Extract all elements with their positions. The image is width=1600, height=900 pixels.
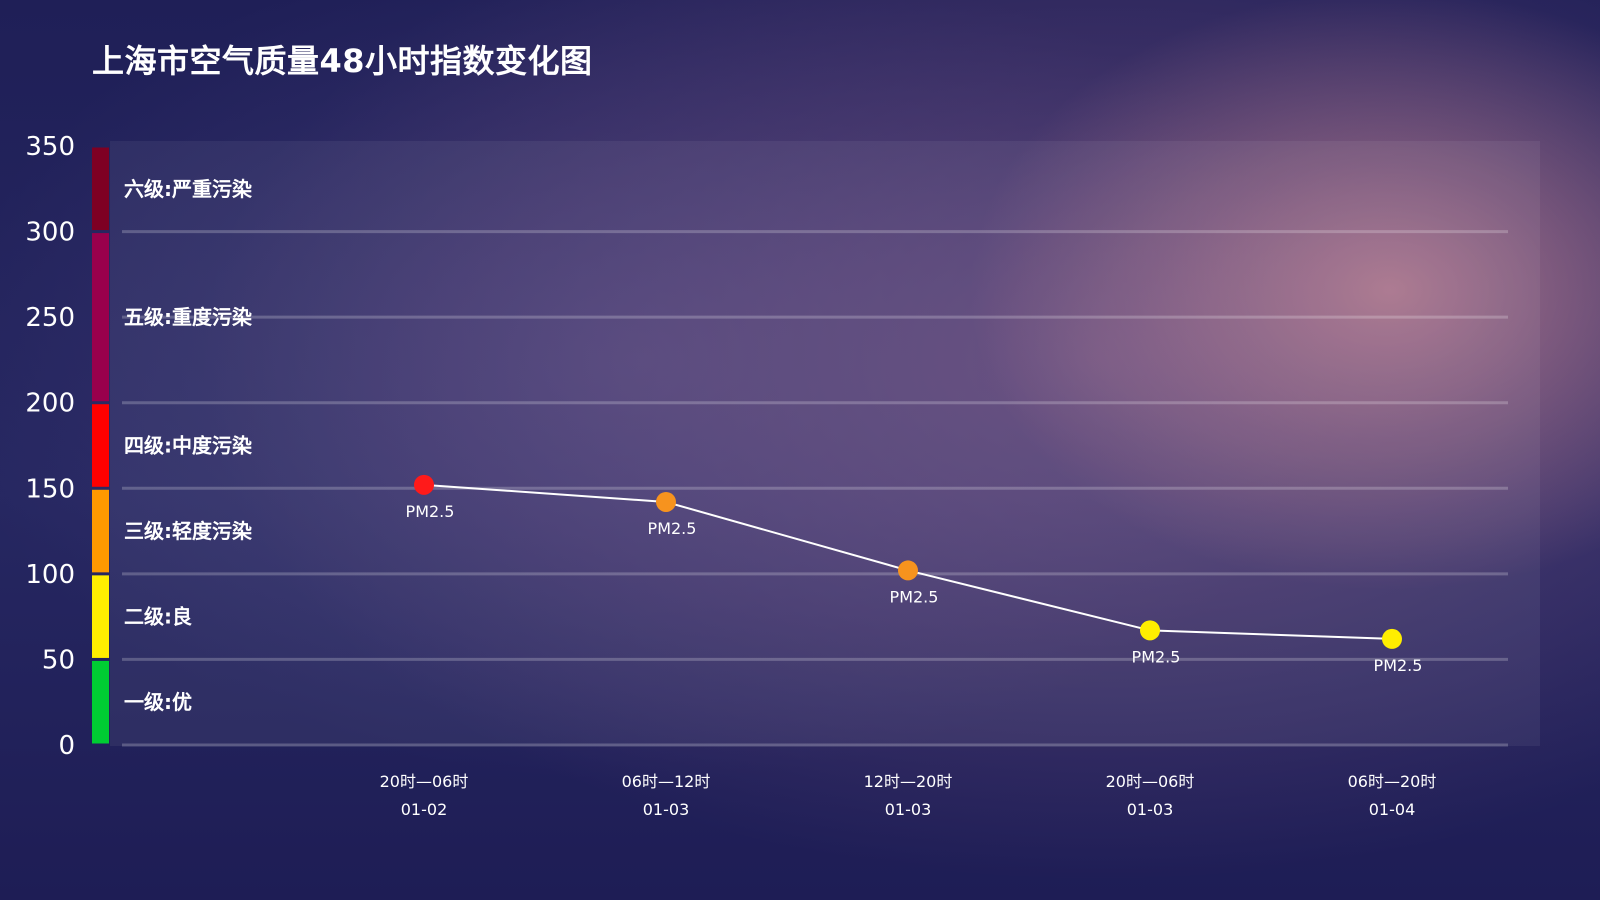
aqi-band-label: 二级:良: [124, 605, 192, 629]
x-tick-date-label: 01-04: [1369, 800, 1416, 819]
data-point-label: PM2.5: [406, 502, 455, 521]
aqi-band-bar: [92, 233, 109, 402]
data-point-label: PM2.5: [1132, 647, 1181, 666]
aqi-band-bar: [92, 404, 109, 487]
aqi-band-label: 五级:重度污染: [124, 305, 253, 329]
y-tick-label: 150: [25, 474, 75, 504]
data-point: [1382, 628, 1402, 649]
y-tick-label: 200: [25, 389, 75, 419]
aqi-band-bar: [92, 660, 109, 744]
data-point-label: PM2.5: [648, 519, 697, 538]
x-tick-time-label: 20时—06时: [380, 772, 469, 791]
aqi-band-label: 六级:严重污染: [124, 177, 253, 201]
y-axis-ticks: 0 50 100 150 200 250 300 350: [25, 132, 75, 761]
x-tick-date-label: 01-03: [885, 800, 932, 819]
data-point: [1140, 620, 1160, 641]
aqi-band-bar: [92, 575, 109, 658]
y-tick-label: 0: [58, 731, 75, 761]
y-tick-label: 250: [25, 303, 75, 333]
aqi-band-bar: [92, 489, 109, 573]
aqi-line-chart: 一级:优 二级:良 三级:轻度污染四级:中度污染五级:重度污染六级:严重污染 0 50…: [25, 132, 1540, 819]
x-tick-date-label: 01-03: [1127, 800, 1174, 819]
y-tick-label: 100: [25, 560, 75, 590]
x-tick-date-label: 01-02: [401, 800, 448, 819]
x-tick-time-label: 20时—06时: [1106, 772, 1195, 791]
aqi-band-label: 三级:轻度污染: [124, 519, 253, 543]
data-point-label: PM2.5: [890, 587, 939, 606]
x-tick-time-label: 06时—20时: [1348, 772, 1437, 791]
data-point: [414, 474, 434, 495]
aqi-band-bar: [92, 147, 109, 231]
aqi-band-label: 一级:优: [124, 690, 192, 714]
data-point: [898, 560, 918, 581]
x-axis-ticks: 20时—06时 01-02 06时—12时 01-03 12时—20时 01-03 20时—…: [380, 772, 1437, 819]
x-tick-time-label: 12时—20时: [864, 772, 953, 791]
y-tick-label: 350: [25, 132, 75, 162]
x-tick-date-label: 01-03: [643, 800, 690, 819]
data-point: [656, 491, 676, 512]
y-tick-label: 50: [42, 645, 75, 675]
y-tick-label: 300: [25, 218, 75, 248]
x-tick-time-label: 06时—12时: [622, 772, 711, 791]
data-point-label: PM2.5: [1374, 656, 1423, 675]
aqi-band-label: 四级:中度污染: [124, 434, 253, 458]
